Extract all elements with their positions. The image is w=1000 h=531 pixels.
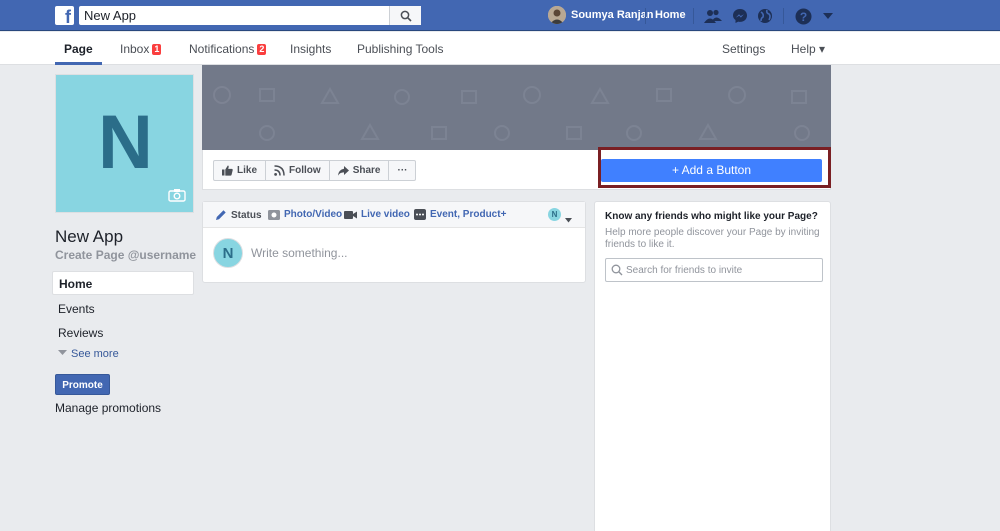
top-bar: f Soumya Ranjan Home ? (0, 0, 1000, 31)
home-link[interactable]: Home (655, 9, 686, 21)
add-a-button-button[interactable]: + Add a Button (601, 159, 822, 182)
composer-tab-status[interactable]: Status (215, 209, 262, 221)
svg-text:?: ? (799, 10, 806, 24)
facebook-logo-icon[interactable]: f (55, 6, 74, 25)
search-icon (611, 264, 623, 276)
more-options-button[interactable]: ··· (389, 161, 415, 180)
follow-button[interactable]: Follow (266, 161, 330, 180)
sidebar-item-events[interactable]: Events (58, 302, 95, 316)
like-button[interactable]: Like (214, 161, 267, 180)
search-icon (400, 10, 412, 22)
share-button[interactable]: Share (330, 161, 390, 180)
top-divider (693, 8, 694, 24)
composer-tabs: Status Photo/Video Live video Event, Pro… (203, 202, 585, 228)
page-nav: Page Inbox 1 Notifications 2 Insights Publ… (0, 32, 1000, 65)
search-button[interactable] (389, 6, 421, 25)
invite-friends-search (605, 258, 823, 282)
notifications-count-badge: 2 (257, 44, 267, 55)
action-button-group: Like Follow Share ··· (213, 160, 417, 181)
search-box (79, 6, 421, 25)
help-icon[interactable]: ? (794, 7, 812, 25)
invite-friends-title: Know any friends who might like your Pag… (605, 211, 818, 222)
see-more-link[interactable]: See more (58, 348, 119, 360)
create-username-link[interactable]: Create Page @username (55, 248, 196, 262)
inbox-count-badge: 1 (152, 44, 162, 55)
post-as-avatar[interactable]: N (548, 208, 561, 221)
triangle-down-icon (58, 350, 67, 355)
invite-friends-description: Help more people discover your Page by i… (605, 227, 820, 250)
globe-icon[interactable] (756, 7, 774, 25)
camera-icon[interactable] (168, 188, 186, 205)
write-something-input[interactable]: Write something... (251, 246, 347, 260)
pencil-icon (216, 210, 226, 220)
top-divider (783, 8, 784, 24)
more-grid-icon (414, 209, 426, 220)
top-divider (645, 8, 646, 24)
thumbs-up-icon (222, 165, 233, 176)
tab-page[interactable]: Page (55, 32, 102, 65)
friends-icon[interactable] (704, 7, 722, 25)
tab-notifications[interactable]: Notifications 2 (189, 32, 267, 65)
post-composer: Status Photo/Video Live video Event, Pro… (202, 201, 586, 283)
promote-button[interactable]: Promote (55, 374, 110, 395)
user-avatar[interactable] (548, 6, 566, 24)
messenger-icon[interactable] (731, 7, 749, 25)
composer-avatar: N (213, 238, 243, 268)
camera-icon (268, 210, 280, 220)
sidebar-item-reviews[interactable]: Reviews (58, 326, 103, 340)
share-arrow-icon (337, 165, 349, 176)
tab-insights[interactable]: Insights (290, 32, 331, 65)
rss-icon (274, 165, 285, 176)
video-camera-icon (344, 210, 357, 219)
cover-photo[interactable] (202, 65, 831, 150)
search-input[interactable] (79, 6, 389, 25)
tab-inbox[interactable]: Inbox 1 (120, 32, 162, 65)
user-name-link[interactable]: Soumya Ranjan (571, 9, 654, 21)
composer-tab-event-product[interactable]: Event, Product+ (414, 209, 506, 220)
post-as-dropdown-icon[interactable] (565, 212, 572, 226)
invite-friends-input[interactable] (626, 259, 816, 281)
profile-letter: N (98, 100, 153, 185)
page-name[interactable]: New App (55, 227, 123, 247)
tab-publishing-tools[interactable]: Publishing Tools (357, 32, 444, 65)
composer-tab-photo-video[interactable]: Photo/Video (268, 209, 342, 220)
profile-picture[interactable]: N (55, 74, 194, 213)
composer-tab-live-video[interactable]: Live video (344, 209, 410, 220)
help-menu[interactable]: Help ▾ (791, 32, 825, 65)
invite-friends-card: Know any friends who might like your Pag… (594, 201, 831, 531)
dropdown-arrow-icon[interactable] (819, 7, 837, 25)
tab-settings[interactable]: Settings (722, 32, 765, 65)
cover-pattern (213, 86, 810, 141)
sidebar-item-home[interactable]: Home (52, 271, 194, 295)
manage-promotions-link[interactable]: Manage promotions (55, 401, 161, 415)
